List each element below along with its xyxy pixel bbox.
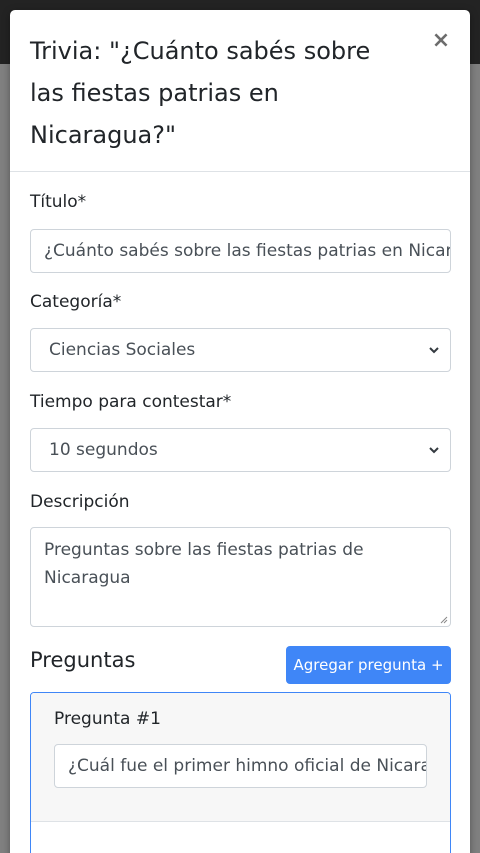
- categoria-selected-value: Ciencias Sociales: [49, 340, 196, 360]
- question-title: Pregunta #1: [54, 709, 161, 729]
- trivia-modal: Trivia: "¿Cuánto sabés sobre las fiestas…: [10, 10, 470, 853]
- descripcion-value: Preguntas sobre las fiestas patrias de N…: [44, 540, 364, 588]
- descripcion-label: Descripción: [30, 492, 130, 512]
- titulo-input-value: ¿Cuánto sabés sobre las fiestas patrias …: [44, 241, 451, 261]
- categoria-select[interactable]: Ciencias Sociales: [30, 328, 451, 372]
- preguntas-heading: Preguntas: [30, 648, 136, 672]
- titulo-input[interactable]: ¿Cuánto sabés sobre las fiestas patrias …: [30, 229, 451, 273]
- question-input[interactable]: ¿Cuál fue el primer himno oficial de Nic…: [54, 744, 427, 788]
- tiempo-selected-value: 10 segundos: [49, 440, 158, 460]
- resize-grip-icon[interactable]: [440, 616, 448, 624]
- tiempo-select[interactable]: 10 segundos: [30, 428, 451, 472]
- chevron-down-icon: [429, 347, 439, 354]
- question-card-header: Pregunta #1 ¿Cuál fue el primer himno of…: [31, 693, 450, 822]
- modal-header: Trivia: "¿Cuánto sabés sobre las fiestas…: [10, 10, 470, 172]
- categoria-label: Categoría*: [30, 292, 122, 312]
- modal-title: Trivia: "¿Cuánto sabés sobre las fiestas…: [30, 37, 371, 149]
- chevron-down-icon: [429, 447, 439, 454]
- titulo-label: Título*: [30, 192, 87, 212]
- question-input-value: ¿Cuál fue el primer himno oficial de Nic…: [68, 756, 426, 776]
- close-icon: ×: [431, 28, 451, 53]
- close-button[interactable]: ×: [430, 30, 452, 52]
- tiempo-label: Tiempo para contestar*: [30, 392, 232, 412]
- add-question-button[interactable]: Agregar pregunta +: [286, 646, 451, 684]
- descripcion-textarea[interactable]: Preguntas sobre las fiestas patrias de N…: [30, 527, 451, 627]
- question-card: Pregunta #1 ¿Cuál fue el primer himno of…: [30, 692, 451, 853]
